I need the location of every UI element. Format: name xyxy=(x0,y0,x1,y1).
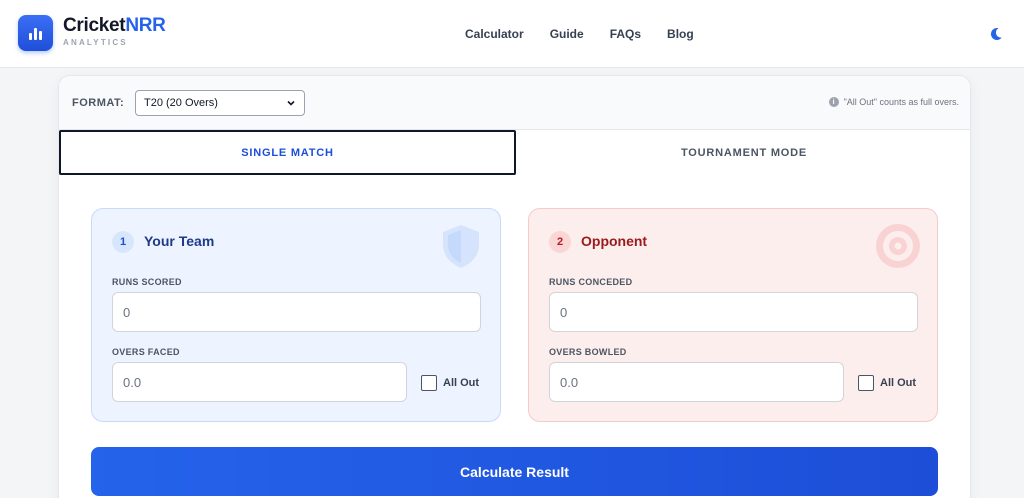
runs-scored-label: RUNS SCORED xyxy=(112,277,182,287)
all-out-label: All Out xyxy=(443,377,480,389)
step-badge: 2 xyxy=(549,231,571,253)
note-text: "All Out" counts as full overs. xyxy=(843,97,959,107)
step-badge: 1 xyxy=(112,231,134,253)
overs-faced-input[interactable] xyxy=(112,362,407,402)
all-out-toggle[interactable]: All Out xyxy=(421,375,479,391)
calculate-result-button[interactable]: Calculate Result xyxy=(91,447,938,496)
format-label: FORMAT: xyxy=(72,97,125,109)
all-out-label: All Out xyxy=(880,377,917,389)
brand-subtitle: ANALYTICS xyxy=(63,38,128,47)
target-icon xyxy=(876,224,920,268)
calculator-card: FORMAT: T20 (20 Overs) i "All Out" count… xyxy=(58,75,971,498)
site-header: CricketNRR ANALYTICS Calculator Guide FA… xyxy=(0,0,1024,68)
panel-title: Opponent xyxy=(581,233,648,249)
format-bar: FORMAT: T20 (20 Overs) i "All Out" count… xyxy=(59,76,970,130)
runs-conceded-label: RUNS CONCEDED xyxy=(549,277,633,287)
overs-bowled-label: OVERS BOWLED xyxy=(549,347,627,357)
nav-blog[interactable]: Blog xyxy=(667,27,694,41)
overs-faced-label: OVERS FACED xyxy=(112,347,180,357)
tab-tournament-mode[interactable]: TOURNAMENT MODE xyxy=(516,130,970,175)
all-out-checkbox[interactable] xyxy=(421,375,437,391)
bar-chart-icon[interactable] xyxy=(18,15,53,51)
main-nav: Calculator Guide FAQs Blog xyxy=(465,27,694,41)
overs-bowled-input[interactable] xyxy=(549,362,844,402)
format-select[interactable]: T20 (20 Overs) xyxy=(135,90,305,116)
shield-icon xyxy=(443,225,479,268)
format-selected-value: T20 (20 Overs) xyxy=(144,97,218,109)
runs-conceded-input[interactable] xyxy=(549,292,918,332)
all-out-toggle[interactable]: All Out xyxy=(858,375,916,391)
runs-scored-input[interactable] xyxy=(112,292,481,332)
mode-tabs: SINGLE MATCH TOURNAMENT MODE xyxy=(59,130,970,175)
all-out-note: i "All Out" counts as full overs. xyxy=(828,97,959,107)
nav-guide[interactable]: Guide xyxy=(550,27,584,41)
nav-calculator[interactable]: Calculator xyxy=(465,27,524,41)
brand[interactable]: CricketNRR ANALYTICS xyxy=(63,15,166,47)
chevron-down-icon xyxy=(287,100,295,106)
panel-title: Your Team xyxy=(144,233,215,249)
opponent-panel: 2 Opponent RUNS CONCEDED OVERS BOWLED Al… xyxy=(528,208,938,422)
info-icon: i xyxy=(828,97,839,107)
nav-faqs[interactable]: FAQs xyxy=(610,27,641,41)
your-team-panel: 1 Your Team RUNS SCORED OVERS FACED All … xyxy=(91,208,501,422)
moon-icon[interactable] xyxy=(988,26,1004,42)
brand-name: CricketNRR xyxy=(63,15,166,36)
tab-single-match[interactable]: SINGLE MATCH xyxy=(59,130,516,175)
all-out-checkbox[interactable] xyxy=(858,375,874,391)
